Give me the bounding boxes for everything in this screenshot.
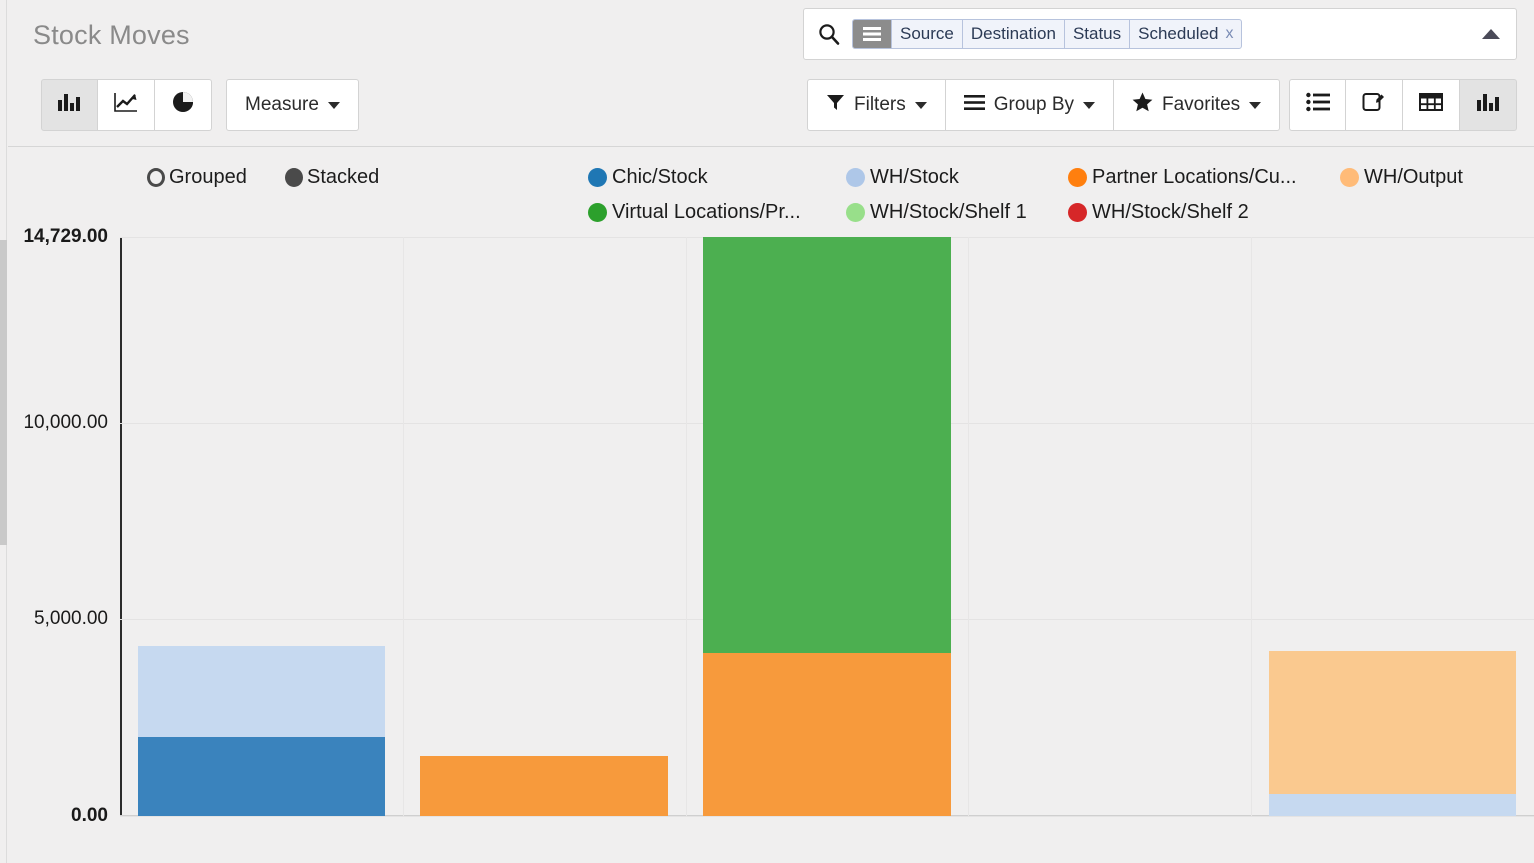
graph-view-button[interactable] xyxy=(1460,79,1517,131)
search-collapse-icon[interactable] xyxy=(1478,21,1504,47)
pivot-view-button[interactable] xyxy=(1403,79,1460,131)
bar-segment[interactable] xyxy=(1268,794,1517,816)
search-options-group: Filters Group By Favorites xyxy=(807,79,1281,131)
pivot-view-icon xyxy=(1419,92,1443,118)
bar-segment[interactable] xyxy=(703,653,951,816)
plot-area: 14,729.0010,000.005,000.000.00Partner Lo… xyxy=(23,226,1534,826)
legend-item-chic-stock[interactable]: Chic/Stock xyxy=(588,166,708,189)
chevron-down-icon xyxy=(1249,101,1262,109)
list-view-icon xyxy=(1305,92,1330,118)
legend-color-swatch xyxy=(1068,203,1087,222)
legend-label: WH/Output xyxy=(1364,166,1463,188)
y-axis-tick-label: 10,000.00 xyxy=(23,411,108,433)
legend-item-partner-locations-customers[interactable]: Partner Locations/Cu... xyxy=(1068,166,1297,189)
line-chart-icon xyxy=(113,90,139,120)
legend-item-wh-output[interactable]: WH/Output xyxy=(1340,166,1463,189)
facet-value-scheduled-label: Scheduled xyxy=(1138,24,1219,43)
bar-segment[interactable] xyxy=(137,646,386,738)
legend-label: Virtual Locations/Pr... xyxy=(612,201,801,223)
legend-label: WH/Stock xyxy=(870,166,959,188)
page-scrollbar[interactable] xyxy=(0,0,7,863)
facet-value-source[interactable]: Source xyxy=(891,20,962,48)
y-axis-tick-label: 14,729.00 xyxy=(23,226,108,247)
search-facet-group[interactable]: Source Destination Status Scheduled x xyxy=(852,19,1243,49)
star-icon xyxy=(1132,92,1153,118)
legend-color-swatch xyxy=(846,203,865,222)
gridline-vertical xyxy=(1251,237,1253,816)
search-icon xyxy=(816,21,842,47)
groupby-label: Group By xyxy=(993,94,1074,115)
bar-stack[interactable] xyxy=(703,237,951,816)
legend-label: Chic/Stock xyxy=(612,166,708,188)
mode-grouped[interactable]: Grouped xyxy=(147,166,247,189)
odoo-graph-view: Stock Moves Source Destination Status Sc… xyxy=(0,0,1534,863)
control-panel: Stock Moves Source Destination Status Sc… xyxy=(8,0,1534,147)
grouped-radio-icon xyxy=(147,168,165,187)
bar-segment[interactable] xyxy=(420,756,668,816)
bar-chart-icon xyxy=(57,90,82,120)
bar-segment[interactable] xyxy=(137,737,386,816)
facet-group-icon xyxy=(853,20,891,48)
pie-chart-button[interactable] xyxy=(155,79,212,131)
chevron-down-icon xyxy=(327,101,340,109)
facet-value-destination[interactable]: Destination xyxy=(961,20,1064,48)
form-view-button[interactable] xyxy=(1346,79,1403,131)
legend-item-wh-stock-shelf-1[interactable]: WH/Stock/Shelf 1 xyxy=(846,201,1027,224)
gridline-vertical xyxy=(968,237,970,816)
legend-label: Partner Locations/Cu... xyxy=(1092,166,1297,188)
measure-label: Measure xyxy=(245,94,319,115)
facet-value-scheduled[interactable]: Scheduled x xyxy=(1129,20,1241,48)
hamburger-icon xyxy=(963,94,985,117)
bar-stack[interactable] xyxy=(420,756,668,816)
page-title: Stock Moves xyxy=(33,20,190,50)
gridline-vertical xyxy=(685,237,687,816)
legend-item-virtual-locations-production[interactable]: Virtual Locations/Pr... xyxy=(588,201,801,224)
legend-label: WH/Stock/Shelf 1 xyxy=(870,201,1027,223)
line-chart-button[interactable] xyxy=(98,79,155,131)
chart-type-button-group xyxy=(41,79,212,131)
filters-label: Filters xyxy=(854,94,906,115)
search-bar[interactable]: Source Destination Status Scheduled x xyxy=(803,8,1517,60)
gridline-vertical xyxy=(402,237,404,816)
bar-chart-button[interactable] xyxy=(41,79,98,131)
pie-chart-icon xyxy=(171,90,195,120)
measure-button[interactable]: Measure xyxy=(226,79,359,131)
list-view-button[interactable] xyxy=(1289,79,1346,131)
favorites-button[interactable]: Favorites xyxy=(1114,79,1281,131)
y-axis-tick-label: 0.00 xyxy=(71,805,108,826)
measure-button-group: Measure xyxy=(226,79,359,131)
bar-segment[interactable] xyxy=(1268,651,1517,795)
favorites-label: Favorites xyxy=(1162,94,1241,115)
y-axis-tick-label: 5,000.00 xyxy=(34,608,108,630)
legend-color-swatch xyxy=(846,168,865,187)
legend-item-wh-stock-shelf-2[interactable]: WH/Stock/Shelf 2 xyxy=(1068,201,1249,224)
bar-stack[interactable] xyxy=(137,646,386,816)
view-switcher-group xyxy=(1289,79,1517,131)
mode-grouped-label: Grouped xyxy=(169,166,247,188)
groupby-button[interactable]: Group By xyxy=(945,79,1114,131)
filters-button[interactable]: Filters xyxy=(807,79,946,131)
chart-legend: Grouped Stacked Chic/Stock WH/Stock Part… xyxy=(8,160,1534,228)
mode-stacked[interactable]: Stacked xyxy=(285,166,379,189)
gridline-horizontal xyxy=(120,816,1534,817)
legend-label: WH/Stock/Shelf 2 xyxy=(1092,201,1249,223)
legend-color-swatch xyxy=(1068,168,1087,187)
legend-color-swatch xyxy=(588,168,607,187)
bar-segment[interactable] xyxy=(703,237,951,654)
facet-remove-icon[interactable]: x xyxy=(1225,25,1233,43)
mode-stacked-label: Stacked xyxy=(307,166,380,188)
chart-container: Grouped Stacked Chic/Stock WH/Stock Part… xyxy=(8,148,1534,863)
bar-stack[interactable] xyxy=(1268,651,1517,816)
filter-icon xyxy=(826,93,845,118)
legend-item-wh-stock[interactable]: WH/Stock xyxy=(846,166,959,189)
graph-view-icon xyxy=(1476,90,1501,120)
facet-value-status[interactable]: Status xyxy=(1063,20,1129,48)
chevron-down-icon xyxy=(1083,101,1095,109)
legend-color-swatch xyxy=(1340,168,1359,187)
form-view-icon xyxy=(1362,90,1386,120)
stacked-radio-icon xyxy=(285,168,303,187)
legend-color-swatch xyxy=(588,203,607,222)
chevron-down-icon xyxy=(914,101,927,109)
page-scrollbar-thumb[interactable] xyxy=(0,240,7,545)
